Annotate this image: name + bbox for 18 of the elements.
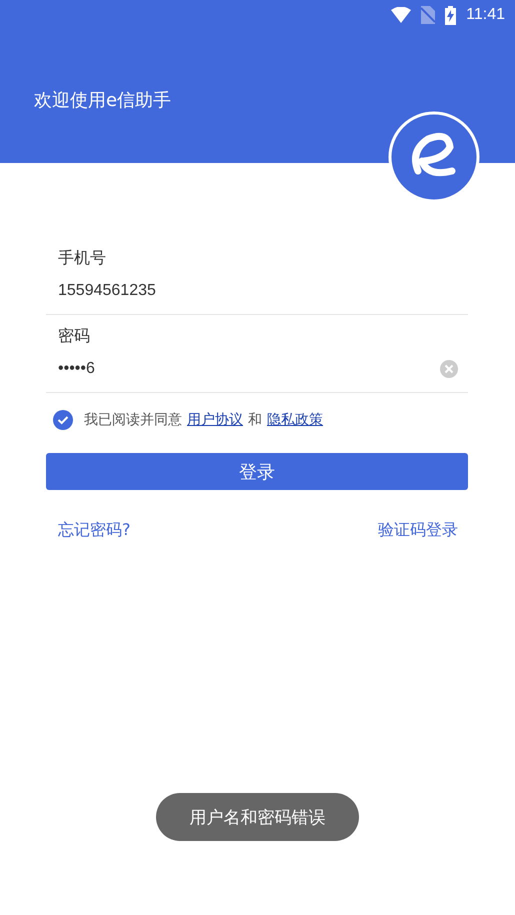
input-field[interactable]: •••••6: [58, 359, 95, 379]
wifi-icon: [391, 7, 412, 23]
toast-message: 用户名和密码错误: [156, 793, 359, 841]
agreement-text: 我已阅读并同意: [84, 411, 182, 429]
text-link[interactable]: 验证码登录: [378, 520, 458, 541]
login-button[interactable]: 登录: [46, 453, 468, 490]
battery-charging-icon: [445, 6, 456, 24]
welcome-title: 欢迎使用e信助手: [33, 89, 172, 112]
no-sim-icon: [421, 6, 436, 24]
field-label: 密码: [58, 325, 91, 347]
text-link[interactable]: 忘记密码?: [58, 520, 130, 541]
input-field[interactable]: 15594561235: [58, 281, 156, 301]
agreement-text: 和: [248, 411, 262, 429]
field-label: 手机号: [58, 247, 107, 269]
agreement-link[interactable]: 隐私政策: [267, 411, 323, 429]
clock-time: 11:41: [466, 6, 505, 24]
agree-checkbox[interactable]: [53, 410, 73, 430]
agreement-link[interactable]: 用户协议: [187, 411, 243, 429]
